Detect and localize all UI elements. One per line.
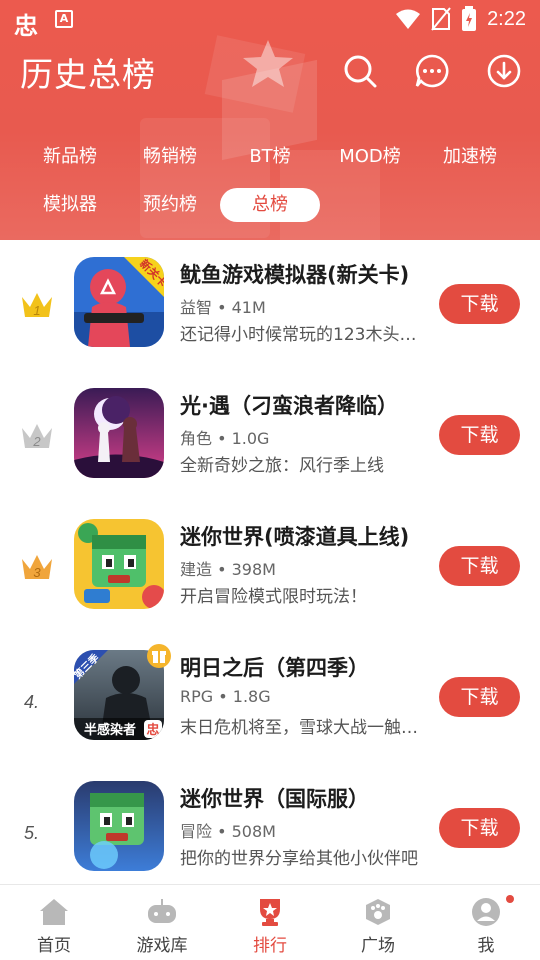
- rank-number: 5.: [24, 823, 40, 843]
- user-icon: [472, 898, 500, 926]
- tab-reservation[interactable]: 预约榜: [120, 188, 220, 222]
- download-button[interactable]: 下载: [439, 415, 520, 455]
- nav-game-library[interactable]: 游戏库: [108, 885, 216, 960]
- nav-me[interactable]: 我: [432, 885, 540, 960]
- tab-bestselling[interactable]: 畅销榜: [120, 140, 220, 174]
- tab-new[interactable]: 新品榜: [20, 140, 120, 174]
- nav-label: 广场: [361, 936, 395, 956]
- rank-number: 4.: [24, 692, 40, 712]
- game-meta: 角色 • 1.0G: [180, 429, 270, 448]
- list-item[interactable]: 2 光·遇（刁蛮浪者降临） 角色 • 1.0G 全新奇妙之旅：风行季上线 下载: [0, 388, 540, 519]
- star-decoration-icon: [243, 40, 293, 87]
- trophy-icon: [260, 899, 280, 926]
- nav-label: 我: [477, 936, 495, 956]
- download-button[interactable]: 下载: [439, 808, 520, 848]
- gift-icon: [147, 644, 171, 668]
- battery-icon: [462, 6, 477, 31]
- game-meta: 益智 • 41M: [180, 298, 266, 317]
- download-button[interactable]: 下载: [439, 546, 520, 586]
- game-icon[interactable]: [74, 781, 164, 871]
- home-icon: [40, 899, 68, 925]
- game-title: 明日之后（第四季）: [180, 656, 369, 680]
- status-bar: 忠 A 2:22: [0, 0, 540, 40]
- game-description: 开启冒险模式限时玩法！: [180, 587, 367, 607]
- nav-label: 游戏库: [136, 936, 188, 956]
- app-logo-icon: 忠: [14, 12, 38, 40]
- tab-mod[interactable]: MOD榜: [320, 140, 420, 174]
- svg-text:1: 1: [33, 303, 40, 318]
- tab-overall[interactable]: 总榜: [220, 188, 320, 222]
- svg-text:忠: 忠: [146, 722, 159, 738]
- notification-dot: [506, 895, 514, 903]
- nav-label: 首页: [37, 936, 71, 956]
- wifi-icon: [396, 9, 421, 29]
- svg-text:半感染者: 半感染者: [84, 722, 136, 738]
- gold-crown-icon: 1: [22, 293, 52, 318]
- svg-text:2: 2: [32, 434, 41, 449]
- bronze-crown-icon: 3: [22, 555, 52, 580]
- game-title: 迷你世界(喷漆道具上线): [180, 525, 410, 549]
- game-description: 还记得小时候常玩的123木头人吗？: [180, 325, 425, 345]
- nav-ranking[interactable]: 排行: [216, 885, 324, 960]
- tab-emulator[interactable]: 模拟器: [20, 188, 120, 222]
- game-description: 全新奇妙之旅：风行季上线: [180, 456, 384, 476]
- nav-plaza[interactable]: 广场: [324, 885, 432, 960]
- search-icon[interactable]: [343, 54, 377, 88]
- list-item[interactable]: 4. 第三季 半感染者 忠 明日之后（第四季） RPG • 1.8G 末日危机将…: [0, 644, 540, 781]
- game-meta: 建造 • 398M: [180, 560, 276, 579]
- game-title: 鱿鱼游戏模拟器(新关卡): [180, 263, 410, 287]
- game-description: 把你的世界分享给其他小伙伴吧: [180, 849, 418, 869]
- message-icon[interactable]: [415, 54, 449, 88]
- game-description: 末日危机将至，雪球大战一触即发: [180, 718, 425, 738]
- download-button[interactable]: 下载: [439, 677, 520, 717]
- svg-text:3: 3: [33, 565, 41, 580]
- nav-label: 排行: [253, 936, 287, 956]
- a-notification-icon: A: [55, 10, 73, 28]
- gamepad-icon: [148, 899, 176, 923]
- tab-bt[interactable]: BT榜: [220, 140, 320, 174]
- download-icon[interactable]: [487, 54, 521, 88]
- game-title: 光·遇（刁蛮浪者降临）: [180, 394, 398, 418]
- bottom-nav: 首页 游戏库 排行 广场 我: [0, 884, 540, 960]
- game-meta: 冒险 • 508M: [180, 822, 276, 841]
- silver-crown-icon: 2: [22, 424, 52, 449]
- tab-accelerate[interactable]: 加速榜: [420, 140, 520, 174]
- no-sim-icon: [431, 7, 451, 31]
- page-title: 历史总榜: [20, 55, 156, 94]
- paw-icon: [366, 899, 390, 925]
- list-item[interactable]: 1 新关卡 鱿鱼游戏模拟器(新关卡) 益智 • 41M 还记得小时候常玩的123…: [0, 257, 540, 388]
- game-title: 迷你世界（国际服）: [180, 787, 369, 811]
- clock: 2:22: [487, 7, 526, 30]
- game-icon[interactable]: [74, 388, 164, 478]
- download-button[interactable]: 下载: [439, 284, 520, 324]
- game-icon[interactable]: [74, 519, 164, 609]
- nav-home[interactable]: 首页: [0, 885, 108, 960]
- game-icon[interactable]: 新关卡: [74, 257, 164, 347]
- list-item[interactable]: 3 迷你世界(喷漆道具上线) 建造 • 398M 开启冒险模式限时玩法！ 下载: [0, 519, 540, 650]
- game-meta: RPG • 1.8G: [180, 687, 271, 706]
- header: 忠 A 2:22 历史总榜 新品榜 畅销榜 BT榜 MOD榜 加速榜 模拟器 预…: [0, 0, 540, 240]
